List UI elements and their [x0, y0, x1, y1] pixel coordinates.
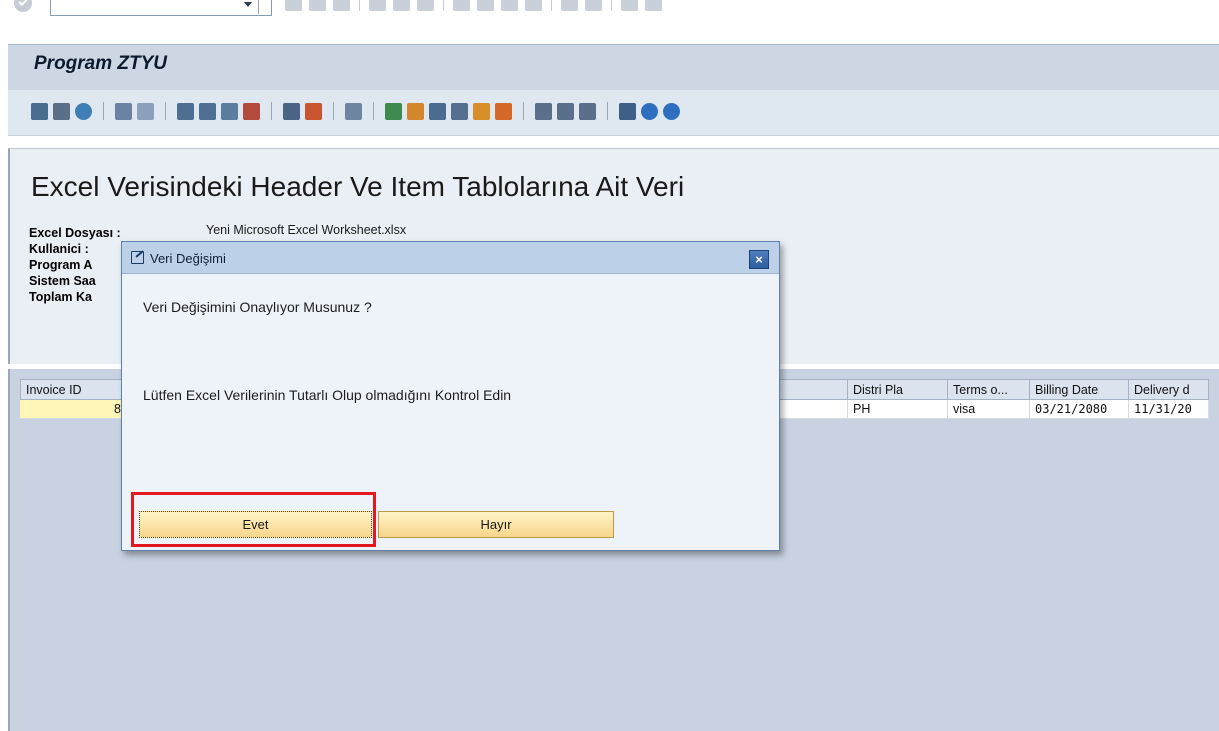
- print-icon[interactable]: [369, 0, 386, 11]
- toolbar-divider: [607, 102, 608, 120]
- sort-ascending-icon[interactable]: [177, 102, 194, 120]
- close-button[interactable]: ×: [749, 250, 769, 269]
- local-file-icon[interactable]: [429, 102, 446, 120]
- total-records-label: Toplam Ka: [29, 290, 92, 304]
- toolbar-divider: [373, 102, 374, 120]
- toolbar-divider: [359, 0, 360, 11]
- command-field[interactable]: [50, 0, 272, 16]
- dialog-message: Veri Değişimini Onaylıyor Musunuz ?: [143, 299, 372, 315]
- select-layout-icon[interactable]: [535, 102, 552, 120]
- report-meta-labels: Excel Dosyası : Kullanici : Program A Si…: [29, 225, 121, 305]
- enter-icon[interactable]: [14, 0, 32, 12]
- column-header[interactable]: Delivery d: [1129, 379, 1209, 400]
- next-page-icon[interactable]: [501, 0, 518, 11]
- dialog-title: Veri Değişimi: [150, 251, 226, 266]
- total-icon[interactable]: [283, 102, 300, 120]
- save-layout-icon[interactable]: [557, 102, 574, 120]
- exit-icon[interactable]: [309, 0, 326, 11]
- delivery-date-cell[interactable]: 11/31/20: [1129, 400, 1209, 419]
- billing-date-cell[interactable]: 03/21/2080: [1030, 400, 1129, 419]
- remove-icon[interactable]: [663, 102, 680, 120]
- invoice-id-cell[interactable]: 8: [20, 400, 127, 419]
- find-icon[interactable]: [393, 0, 410, 11]
- toolbar-divider: [333, 102, 334, 120]
- back-icon[interactable]: [285, 0, 302, 11]
- table-view-icon[interactable]: [53, 102, 70, 120]
- first-page-icon[interactable]: [453, 0, 470, 11]
- export-excel-icon[interactable]: [385, 102, 402, 120]
- deselect-all-icon[interactable]: [137, 102, 154, 120]
- toolbar-divider: [271, 102, 272, 120]
- layout-icon[interactable]: [645, 0, 662, 11]
- last-page-icon[interactable]: [525, 0, 542, 11]
- edit-icon: [131, 251, 144, 264]
- column-header[interactable]: Billing Date: [1030, 379, 1129, 400]
- column-header[interactable]: Terms o...: [948, 379, 1030, 400]
- cancel-icon[interactable]: [333, 0, 350, 11]
- highlight-box: [131, 492, 376, 547]
- toolbar-divider: [611, 0, 612, 11]
- system-toolbar: [0, 0, 1219, 30]
- previous-page-icon[interactable]: [477, 0, 494, 11]
- abc-analysis-icon[interactable]: [451, 102, 468, 120]
- shortcut-icon[interactable]: [585, 0, 602, 11]
- filter-icon[interactable]: [221, 102, 238, 120]
- terms-cell[interactable]: visa: [948, 400, 1030, 419]
- title-bar: Program ZTYU: [8, 44, 1219, 90]
- help-icon[interactable]: [621, 0, 638, 11]
- system-toolbar-icons: [285, 0, 662, 11]
- toolbar-divider: [523, 102, 524, 120]
- subtotal-icon[interactable]: [305, 102, 322, 120]
- toolbar-divider: [443, 0, 444, 11]
- column-header[interactable]: Invoice ID: [20, 379, 127, 400]
- select-all-icon[interactable]: [115, 102, 132, 120]
- application-toolbar: [8, 90, 1219, 136]
- dialog-detail: Lütfen Excel Verilerinin Tutarlı Olup ol…: [143, 387, 512, 403]
- add-icon[interactable]: [641, 102, 658, 120]
- details-icon[interactable]: [31, 102, 48, 120]
- save-icon[interactable]: [619, 102, 636, 120]
- toolbar-divider: [165, 102, 166, 120]
- find-next-icon[interactable]: [417, 0, 434, 11]
- dialog-title-bar[interactable]: Veri Değişimi ×: [122, 242, 779, 274]
- column-header[interactable]: Distri Pla: [848, 379, 948, 400]
- user-label: Kullanici :: [29, 242, 89, 256]
- program-label: Program A: [29, 258, 93, 272]
- toolbar-divider: [258, 0, 259, 14]
- print-preview-icon[interactable]: [345, 102, 362, 120]
- no-button[interactable]: Hayır: [378, 511, 614, 538]
- file-label: Excel Dosyası :: [29, 226, 121, 240]
- report-title: Excel Verisindeki Header Ve Item Tablola…: [31, 171, 685, 202]
- change-layout-icon[interactable]: [495, 102, 512, 120]
- toolbar-divider: [551, 0, 552, 11]
- chevron-down-icon[interactable]: [244, 2, 252, 7]
- system-time-label: Sistem Saa: [29, 274, 96, 288]
- word-processing-icon[interactable]: [407, 102, 424, 120]
- delete-filter-icon[interactable]: [243, 102, 260, 120]
- program-title: Program ZTYU: [34, 53, 168, 74]
- new-session-icon[interactable]: [561, 0, 578, 11]
- information-icon[interactable]: [579, 102, 596, 120]
- distri-pla-cell[interactable]: PH: [848, 400, 948, 419]
- sort-descending-icon[interactable]: [199, 102, 216, 120]
- file-value: Yeni Microsoft Excel Worksheet.xlsx: [206, 223, 407, 237]
- refresh-icon[interactable]: [75, 102, 92, 120]
- toolbar-divider: [103, 102, 104, 120]
- graphic-icon[interactable]: [473, 102, 490, 120]
